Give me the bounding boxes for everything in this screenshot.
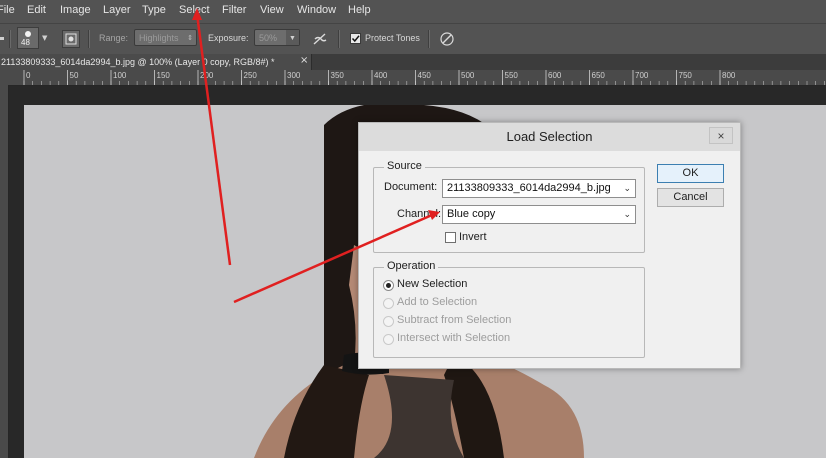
divider (9, 30, 11, 48)
cancel-button[interactable]: Cancel (657, 188, 724, 207)
cancel-label: Cancel (673, 191, 708, 203)
menu-layer[interactable]: Layer (103, 4, 131, 16)
document-select[interactable]: 21133809333_6014da2994_b.jpg ⌄ (442, 179, 636, 198)
ruler-tick-label: 100 (113, 71, 127, 80)
menu-file[interactable]: File (0, 4, 15, 16)
intersect-with-selection-label: Intersect with Selection (397, 332, 511, 344)
ruler-tick-label: 550 (504, 71, 518, 80)
ruler-tick-label: 50 (69, 71, 79, 80)
menu-window[interactable]: Window (297, 4, 336, 16)
horizontal-ruler: 0 50 100 150 200 250 300 350 400 450 500 550 600 650 7… (0, 70, 826, 86)
dialog-title-bar[interactable]: Load Selection (359, 123, 740, 151)
chevron-down-icon: ⌄ (623, 183, 631, 193)
range-select[interactable]: Highlights ⇕ (134, 29, 197, 46)
dialog-close-button[interactable]: × (709, 127, 733, 144)
divider (88, 30, 90, 48)
menu-type[interactable]: Type (142, 4, 166, 16)
chevron-down-icon[interactable]: ▼ (286, 30, 299, 45)
protect-tones-checkbox[interactable] (350, 33, 361, 44)
new-selection-radio[interactable] (383, 280, 394, 291)
ruler-tick-label: 700 (635, 71, 649, 80)
ruler-tick-label: 500 (461, 71, 475, 80)
ruler-tick-label: 800 (722, 71, 736, 80)
range-value: Highlights (139, 33, 179, 43)
brush-tip-icon (25, 31, 31, 37)
ruler-tick-label: 150 (156, 71, 170, 80)
chevron-down-icon[interactable]: ▼ (42, 34, 47, 42)
document-label: Document: (384, 181, 438, 193)
channel-label: Channel: (397, 208, 442, 220)
invert-checkbox[interactable] (445, 232, 456, 243)
radio-selected-dot (386, 283, 391, 288)
source-legend: Source (384, 160, 425, 172)
ruler-tick-label: 650 (591, 71, 605, 80)
new-selection-label: New Selection (397, 278, 468, 290)
load-selection-dialog: Load Selection × Source Document: 211338… (358, 122, 741, 369)
menu-filter[interactable]: Filter (222, 4, 246, 16)
ruler-tick-label: 250 (243, 71, 257, 80)
ruler-tick-label: 450 (417, 71, 431, 80)
invert-label: Invert (459, 231, 487, 243)
vertical-ruler (0, 85, 9, 458)
ruler-tick-label: 350 (330, 71, 344, 80)
ruler-tick-label: 200 (200, 71, 214, 80)
menu-image[interactable]: Image (60, 4, 91, 16)
subtract-from-selection-radio[interactable] (383, 316, 394, 327)
dialog-title: Load Selection (506, 129, 593, 144)
add-to-selection-label: Add to Selection (397, 296, 478, 308)
ok-label: OK (682, 167, 699, 179)
brush-panel-icon[interactable] (62, 30, 80, 48)
chevron-down-icon: ⌄ (623, 209, 631, 219)
ruler-tick-label: 600 (548, 71, 562, 80)
pressure-size-icon[interactable] (438, 30, 456, 48)
updown-icon: ⇕ (187, 35, 193, 42)
exposure-label: Exposure: (208, 33, 249, 43)
options-bar: 48 ▼ Range: Highlights ⇕ Exposure: 50% ▼… (0, 23, 826, 55)
brush-preset-picker[interactable]: 48 (17, 27, 39, 49)
close-tab-icon[interactable]: × (300, 55, 308, 66)
exposure-value: 50% (259, 33, 278, 43)
operation-legend: Operation (384, 260, 439, 272)
menu-edit[interactable]: Edit (27, 4, 46, 16)
protect-tones-label: Protect Tones (365, 33, 420, 43)
channel-value: Blue copy (447, 208, 496, 220)
divider (428, 30, 430, 48)
ruler-tick-label: 300 (287, 71, 301, 80)
airbrush-icon[interactable] (311, 30, 329, 48)
add-to-selection-radio[interactable] (383, 298, 394, 309)
divider (338, 30, 340, 48)
channel-select[interactable]: Blue copy ⌄ (442, 205, 636, 224)
ruler-tick-label: 750 (678, 71, 692, 80)
exposure-input[interactable]: 50% ▼ (254, 29, 300, 46)
document-tab-title: 21133809333_6014da2994_b.jpg @ 100% (Lay… (1, 57, 275, 67)
intersect-with-selection-radio[interactable] (383, 334, 394, 345)
menu-help[interactable]: Help (348, 4, 371, 16)
range-label: Range: (99, 33, 129, 43)
menu-bar: File Edit Image Layer Type Select Filter… (0, 0, 826, 23)
menu-view[interactable]: View (260, 4, 284, 16)
close-icon: × (717, 129, 725, 143)
document-tab[interactable]: 21133809333_6014da2994_b.jpg @ 100% (Lay… (0, 54, 312, 70)
document-tab-bar: 21133809333_6014da2994_b.jpg @ 100% (Lay… (0, 54, 826, 70)
menu-select[interactable]: Select (179, 4, 210, 16)
ok-button[interactable]: OK (657, 164, 724, 183)
subtract-from-selection-label: Subtract from Selection (397, 314, 512, 326)
ruler-tick-label: 0 (26, 71, 31, 80)
tool-preset-chevron-icon[interactable] (0, 37, 4, 40)
brush-size-value: 48 (21, 38, 30, 47)
ruler-tick-label: 400 (374, 71, 388, 80)
document-value: 21133809333_6014da2994_b.jpg (447, 182, 611, 194)
